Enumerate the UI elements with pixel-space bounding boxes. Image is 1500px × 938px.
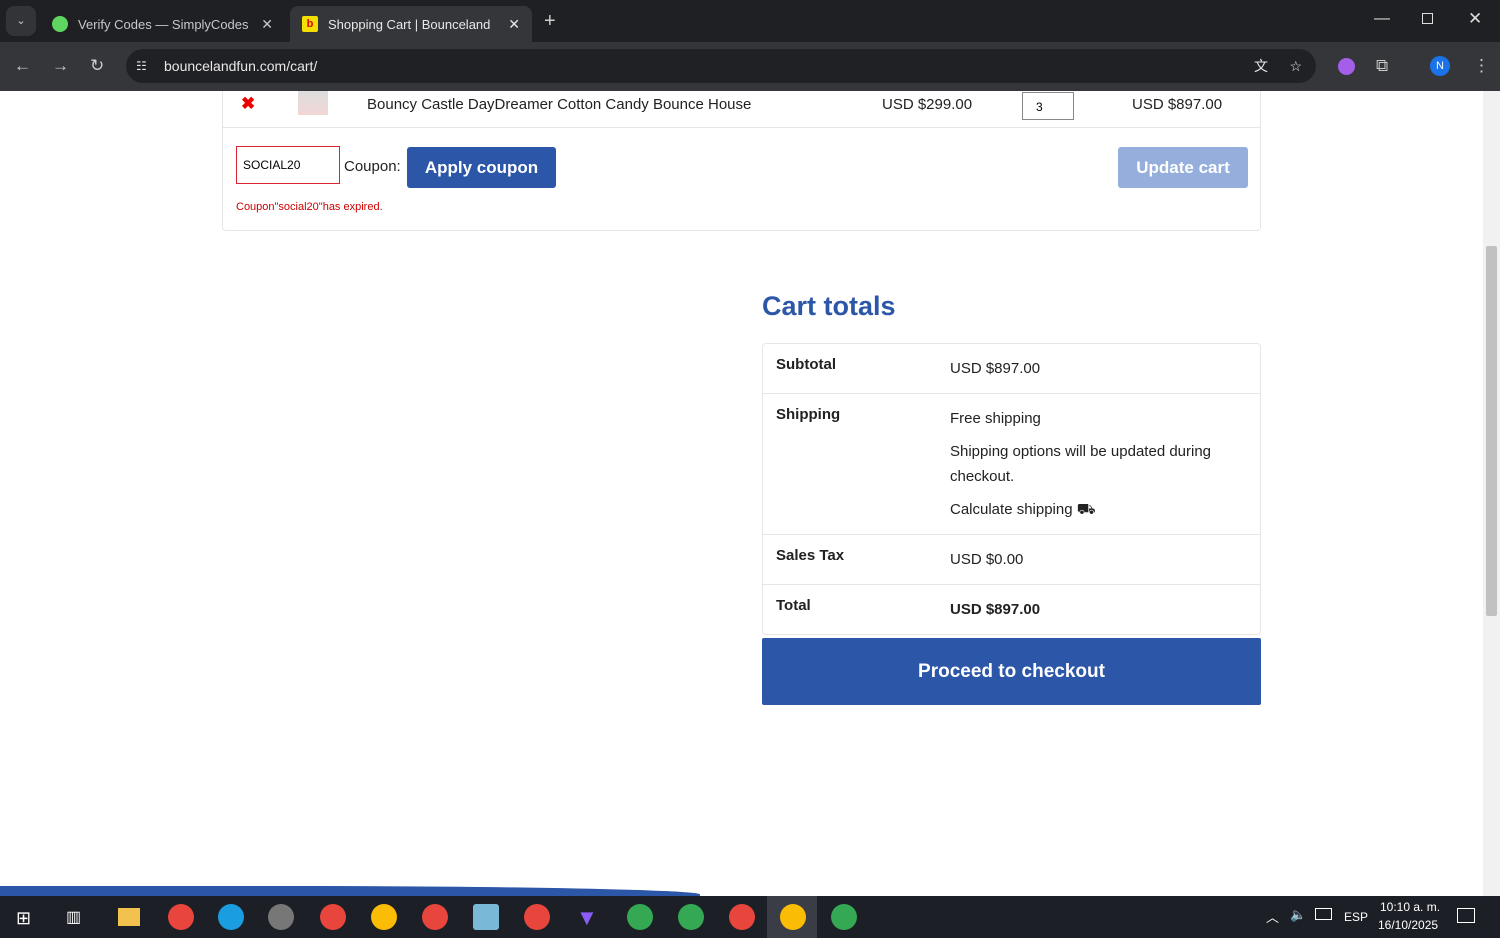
- chrome-icon[interactable]: [678, 904, 704, 930]
- close-tab-icon[interactable]: ✕: [261, 16, 273, 33]
- reload-icon[interactable]: ↻: [90, 56, 104, 76]
- chrome-icon[interactable]: [729, 904, 755, 930]
- scrollbar[interactable]: [1483, 91, 1500, 896]
- chrome-icon[interactable]: [168, 904, 194, 930]
- chrome-icon[interactable]: [524, 904, 550, 930]
- vpn-icon[interactable]: ▼: [576, 905, 598, 931]
- tab-simplycodes[interactable]: Verify Codes — SimplyCodes ✕: [40, 6, 285, 42]
- tab-list-button[interactable]: ⌄: [6, 6, 36, 36]
- bookmark-star-icon[interactable]: ☆: [1289, 49, 1302, 83]
- task-view-icon[interactable]: ▥: [66, 907, 81, 927]
- volume-icon[interactable]: 🔈: [1290, 907, 1306, 923]
- proceed-to-checkout-button[interactable]: Proceed to checkout: [762, 638, 1261, 705]
- taskbar: ⊞ ▥ ▼ ︿ 🔈 ESP 10:10 a. m. 16/10/2025: [0, 896, 1500, 938]
- shipping-note: Shipping options will be updated during …: [950, 443, 1212, 485]
- chrome-icon[interactable]: [320, 904, 346, 930]
- tab-bounceland[interactable]: b Shopping Cart | Bounceland ✕: [290, 6, 532, 42]
- coupon-input[interactable]: SOCIAL20: [236, 146, 340, 184]
- edge-icon[interactable]: [218, 904, 244, 930]
- footer-edge: [0, 886, 700, 896]
- subtotal-value: USD $897.00: [950, 360, 1041, 377]
- forward-icon[interactable]: →: [52, 56, 69, 76]
- address-bar[interactable]: ☷ bouncelandfun.com/cart/ 文 ☆: [126, 49, 1316, 83]
- back-icon[interactable]: ←: [14, 56, 31, 76]
- close-tab-icon[interactable]: ✕: [508, 16, 520, 33]
- minimize-icon[interactable]: —: [1374, 10, 1390, 28]
- app-icon[interactable]: [473, 904, 499, 930]
- truck-icon: ⛟: [1076, 501, 1096, 518]
- update-cart-button[interactable]: Update cart: [1118, 147, 1248, 188]
- chrome-icon[interactable]: [831, 904, 857, 930]
- calculate-shipping-link[interactable]: Calculate shipping ⛟: [950, 497, 1247, 522]
- close-window-icon[interactable]: ✕: [1468, 9, 1482, 29]
- tab-title: Verify Codes — SimplyCodes: [78, 16, 249, 32]
- subtotal-label: Subtotal: [776, 356, 836, 373]
- chrome-icon[interactable]: [422, 904, 448, 930]
- tab-bar: ⌄ Verify Codes — SimplyCodes ✕ b Shopping …: [0, 0, 1500, 42]
- tray-chevron-icon[interactable]: ︿: [1266, 907, 1279, 926]
- chrome-icon[interactable]: [627, 904, 653, 930]
- chrome-icon[interactable]: [780, 904, 806, 930]
- profile-avatar[interactable]: N: [1430, 56, 1450, 76]
- remove-item-icon[interactable]: ✖: [241, 94, 255, 114]
- total-value: USD $897.00: [950, 601, 1041, 618]
- scrollbar-thumb[interactable]: [1486, 246, 1497, 616]
- bounceland-icon: b: [302, 16, 318, 32]
- quantity-input[interactable]: 3: [1022, 92, 1074, 120]
- extension-icon[interactable]: [1338, 58, 1355, 75]
- restore-icon[interactable]: [1422, 13, 1433, 24]
- page-content: ✖ Bouncy Castle DayDreamer Cotton Candy …: [0, 91, 1483, 896]
- file-explorer-icon[interactable]: [118, 908, 140, 926]
- product-name[interactable]: Bouncy Castle DayDreamer Cotton Candy Bo…: [367, 96, 751, 113]
- notifications-icon[interactable]: [1457, 908, 1475, 923]
- browser-toolbar: ← → ↻ ☷ bouncelandfun.com/cart/ 文 ☆ ⧉ N ⋮: [0, 42, 1500, 91]
- simplycodes-icon: [52, 16, 68, 32]
- calculate-shipping-label: Calculate shipping: [950, 501, 1073, 518]
- cart-totals-title: Cart totals: [762, 291, 896, 321]
- product-price: USD $299.00: [882, 96, 973, 113]
- apply-coupon-button[interactable]: Apply coupon: [407, 147, 556, 188]
- shipping-label: Shipping: [776, 406, 841, 423]
- tab-title: Shopping Cart | Bounceland: [328, 16, 491, 32]
- coupon-error: Coupon"social20"has expired.: [236, 201, 383, 213]
- coupon-label: Coupon:: [344, 158, 401, 175]
- cart-totals-table: Subtotal USD $897.00 Shipping Free shippin…: [762, 343, 1261, 635]
- site-settings-icon[interactable]: ☷: [136, 49, 147, 83]
- tax-value: USD $0.00: [950, 551, 1024, 568]
- new-tab-icon[interactable]: +: [544, 10, 556, 33]
- product-thumbnail[interactable]: [298, 91, 328, 115]
- app-icon[interactable]: [268, 904, 294, 930]
- total-label: Total: [776, 597, 811, 614]
- tax-label: Sales Tax: [776, 547, 845, 564]
- network-icon[interactable]: [1315, 908, 1332, 920]
- url-text: bouncelandfun.com/cart/: [164, 58, 318, 74]
- clock-date[interactable]: 16/10/2025: [1378, 918, 1438, 932]
- start-icon[interactable]: ⊞: [16, 908, 31, 929]
- chrome-icon[interactable]: [371, 904, 397, 930]
- language-indicator[interactable]: ESP: [1344, 910, 1368, 924]
- translate-icon[interactable]: 文: [1254, 49, 1268, 83]
- clock-time[interactable]: 10:10 a. m.: [1380, 900, 1440, 914]
- extensions-puzzle-icon[interactable]: ⧉: [1376, 56, 1388, 76]
- menu-icon[interactable]: ⋮: [1473, 56, 1490, 76]
- product-subtotal: USD $897.00: [1132, 96, 1223, 113]
- shipping-value: Free shipping: [950, 410, 1041, 427]
